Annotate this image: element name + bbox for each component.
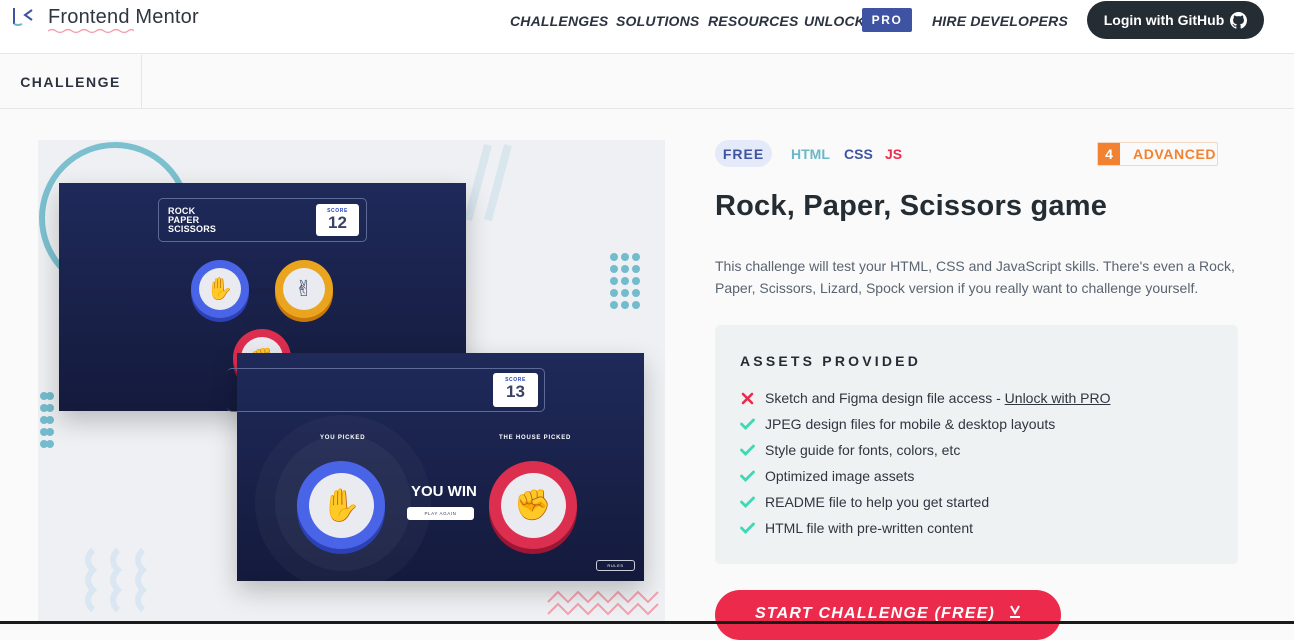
frontend-mentor-logo-icon bbox=[13, 8, 33, 26]
challenge-description: This challenge will test your HTML, CSS … bbox=[715, 258, 1235, 296]
paper-hand-icon: ✋ bbox=[321, 487, 361, 523]
scissors-hand-icon: ✌ bbox=[294, 276, 314, 301]
tab-challenge[interactable]: CHALLENGE bbox=[0, 55, 142, 109]
price-tag: FREE bbox=[715, 140, 772, 167]
asset-item: Optimized image assets bbox=[740, 468, 914, 484]
challenge-subnav: CHALLENGE bbox=[0, 55, 1294, 109]
paper-chip: ✋ bbox=[191, 260, 249, 318]
you-picked-label: YOU PICKED bbox=[320, 435, 366, 441]
game-screenshot-result: SCORE 13 YOU PICKED THE HOUSE PICKED ✋ Y… bbox=[227, 353, 644, 581]
play-again-button-preview: PLAY AGAIN bbox=[407, 507, 474, 520]
top-navigation-bar: Frontend Mentor CHALLENGES SOLUTIONS RES… bbox=[0, 0, 1294, 54]
check-icon bbox=[740, 443, 755, 458]
brand-name: Frontend Mentor bbox=[48, 5, 199, 28]
difficulty-level-badge: 4 ADVANCED bbox=[1097, 142, 1218, 166]
nav-unlock[interactable]: UNLOCK bbox=[804, 13, 865, 29]
start-challenge-button[interactable]: START CHALLENGE (FREE) bbox=[715, 590, 1061, 640]
level-label: ADVANCED bbox=[1133, 146, 1217, 162]
asset-text: Sketch and Figma design file access - bbox=[765, 390, 1005, 406]
cross-icon bbox=[740, 391, 755, 406]
challenge-title: Rock, Paper, Scissors game bbox=[715, 190, 1108, 222]
win-glow-rings bbox=[275, 435, 411, 571]
language-css: CSS bbox=[844, 146, 873, 162]
asset-text: Optimized image assets bbox=[765, 468, 915, 484]
asset-item: README file to help you get started bbox=[740, 494, 989, 510]
challenge-preview-image: ROCK PAPER SCISSORS SCORE 12 ✋ ✌ ✊ RULES bbox=[38, 140, 665, 624]
brand-logo[interactable]: Frontend Mentor bbox=[10, 4, 199, 30]
assets-provided-panel: ASSETS PROVIDED Sketch and Figma design … bbox=[715, 325, 1238, 564]
rock-fist-icon: ✊ bbox=[514, 488, 552, 522]
level-number: 4 bbox=[1098, 143, 1120, 165]
asset-text: HTML file with pre-written content bbox=[765, 520, 973, 536]
nav-solutions[interactable]: SOLUTIONS bbox=[616, 13, 699, 29]
github-icon bbox=[1230, 11, 1248, 29]
asset-text: JPEG design files for mobile & desktop l… bbox=[765, 416, 1056, 432]
asset-text: Style guide for fonts, colors, etc bbox=[765, 442, 961, 458]
result-text: YOU WIN bbox=[411, 483, 477, 500]
house-picked-label: THE HOUSE PICKED bbox=[499, 435, 572, 441]
logo-underline-decoration bbox=[48, 28, 134, 34]
rules-button-preview-2: RULES bbox=[596, 560, 635, 571]
language-js: JS bbox=[885, 146, 903, 162]
check-icon bbox=[740, 495, 755, 510]
asset-text: README file to help you get started bbox=[765, 494, 990, 510]
scissors-chip: ✌ bbox=[275, 260, 333, 318]
assets-title: ASSETS PROVIDED bbox=[740, 353, 922, 369]
asset-item: JPEG design files for mobile & desktop l… bbox=[740, 416, 1055, 432]
check-icon bbox=[740, 521, 755, 536]
language-html: HTML bbox=[791, 146, 830, 162]
nav-challenges[interactable]: CHALLENGES bbox=[510, 13, 608, 29]
asset-item: Sketch and Figma design file access - Un… bbox=[740, 390, 1110, 406]
nav-hire-developers[interactable]: HIRE DEVELOPERS bbox=[932, 13, 1068, 29]
paper-hand-icon: ✋ bbox=[206, 276, 234, 301]
you-picked-paper-chip: ✋ bbox=[297, 461, 385, 549]
check-icon bbox=[740, 417, 755, 432]
pro-badge[interactable]: PRO bbox=[862, 8, 912, 32]
login-button-label: Login with GitHub bbox=[1103, 12, 1225, 28]
house-picked-rock-chip: ✊ bbox=[489, 461, 577, 549]
asset-item: Style guide for fonts, colors, etc bbox=[740, 442, 960, 458]
download-arrow-icon bbox=[1010, 605, 1021, 618]
check-icon bbox=[740, 469, 755, 484]
asset-item: HTML file with pre-written content bbox=[740, 520, 973, 536]
unlock-with-pro-link[interactable]: Unlock with PRO bbox=[1005, 390, 1111, 406]
login-with-github-button[interactable]: Login with GitHub bbox=[1087, 1, 1264, 39]
nav-resources[interactable]: RESOURCES bbox=[708, 13, 798, 29]
